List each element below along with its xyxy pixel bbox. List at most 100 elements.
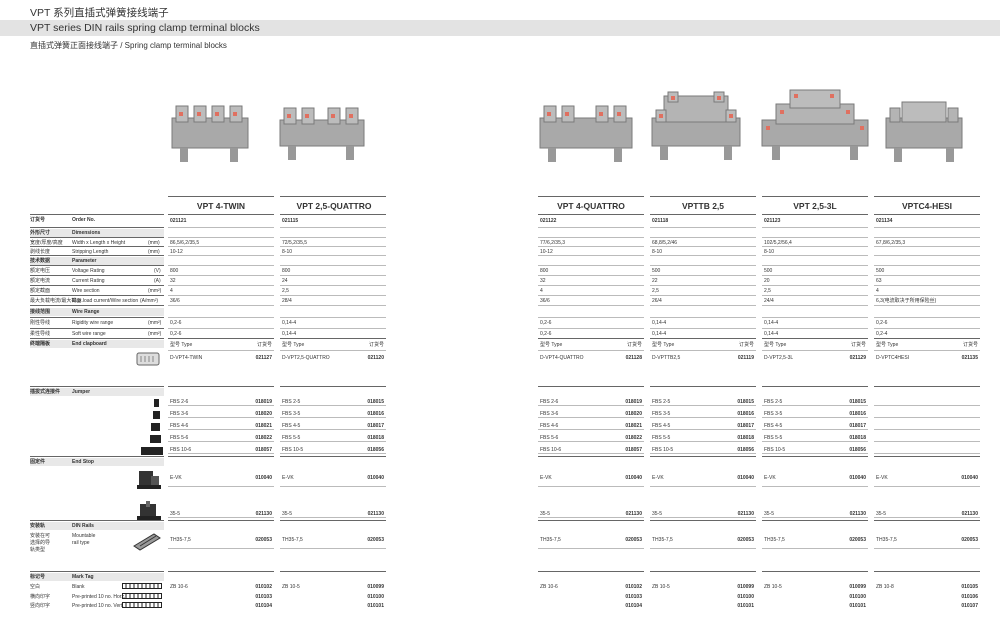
row-divider [168,237,274,238]
row-divider [762,255,868,256]
mark-tag-order-vert: 010104 [255,603,272,609]
wire-section-value: 2,5 [764,288,771,294]
top-title-bar: VPT 系列直插式弹簧接线端子 [0,0,1000,20]
row-divider [30,317,164,318]
row-divider [650,350,756,351]
order-header: 订货号 [626,342,642,348]
row-divider [538,453,644,454]
row-divider [538,405,644,406]
dimensions-value: 68,8/5,2/46 [652,240,678,246]
label-rail-cn: 安装轨 [30,523,46,529]
row-divider [650,295,756,296]
row-divider [280,417,386,418]
mark-tag-order-vert: 010101 [367,603,384,609]
mark-tag-order-blank: 010099 [849,584,866,590]
row-divider [280,214,386,215]
end-stop-order: 010040 [737,475,754,481]
voltage-value: 500 [876,268,885,274]
end-stop-screw-icon [137,501,161,520]
terminal-block-image-hesi [885,101,963,162]
label-jump-en: Jumper [72,389,91,395]
row-divider [538,227,644,228]
row-divider [874,265,980,266]
order-header: 订货号 [368,342,384,348]
section-mark-tag [30,573,164,581]
row-divider [168,285,274,286]
label-rail-en2: Mountable [72,533,96,539]
jumper-order: 018018 [737,435,754,441]
product-name: VPT 4-QUATTRO [557,201,625,211]
row-divider [168,246,274,247]
wire-section-value: 2,5 [652,288,659,294]
mark-tag-order-blank: 010102 [255,584,272,590]
row-divider [280,227,386,228]
row-divider [168,227,274,228]
row-divider [538,196,644,197]
row-divider [280,441,386,442]
jumper-order: 018021 [625,423,642,429]
row-divider [280,571,386,572]
row-divider [538,328,644,329]
row-divider [168,417,274,418]
section-end-stop [30,458,164,466]
mark-tag-order-horz: 010103 [625,594,642,600]
order-header: 订货号 [850,342,866,348]
row-divider [650,386,756,387]
label-rail-en3: rail type [72,540,90,546]
mark-tag-order-horz: 010100 [737,594,754,600]
rigid-wire-value: 0,14-4 [764,320,779,326]
cn-title: VPT 系列直插式弹簧接线端子 [30,7,169,19]
rigid-wire-value: 0,2-6 [876,320,888,326]
row-divider [30,214,164,215]
row-divider [30,295,164,296]
clapboard-order: 021135 [961,355,978,361]
row-divider [280,237,386,238]
label-soft-en: Soft wire range [72,331,106,337]
terminal-block-image-quattro25 [279,107,365,160]
end-stop-icon [137,471,161,489]
jumper-4-icon [151,423,160,431]
row-divider [762,548,868,549]
mark-tag-order-vert: 010104 [625,603,642,609]
order-header: 订货号 [738,342,754,348]
row-divider [168,317,274,318]
max-load-value: 24/4 [764,298,774,304]
row-divider [762,227,868,228]
jumper-order: 018057 [255,447,272,453]
row-divider [168,214,274,215]
voltage-value: 800 [170,268,179,274]
clapboard-order: 021119 [737,355,754,361]
end-stop-order: 010040 [255,475,272,481]
label-ver-cn: 竖向印字 [30,603,51,609]
row-divider [280,350,386,351]
label-stop-cn: 固定件 [30,459,46,465]
jumper-order: 018021 [255,423,272,429]
row-divider [650,417,756,418]
row-divider [650,453,756,454]
stripping-length-value: 8-10 [764,249,775,255]
row-divider [30,227,164,228]
order-number: 021122 [540,218,557,224]
row-divider [168,571,274,572]
row-divider [30,265,164,266]
row-divider [650,456,756,457]
mark-tag-order-vert: 010101 [737,603,754,609]
row-divider [280,295,386,296]
row-divider [650,486,756,487]
jumper-order: 018020 [255,411,272,417]
row-divider [874,227,980,228]
row-divider [650,196,756,197]
row-divider [538,571,644,572]
dimensions-value: 72/5,2/35,5 [282,240,308,246]
mark-tag-order-horz: 010100 [367,594,384,600]
jumper-order: 018056 [849,447,866,453]
row-divider [280,456,386,457]
row-divider [280,246,386,247]
row-divider [30,275,164,276]
dimensions-value: 102/5,2/56,4 [764,240,792,246]
voltage-value: 800 [540,268,549,274]
row-divider [280,275,386,276]
label-tag-cn: 标记号 [30,574,46,580]
row-divider [650,328,756,329]
row-divider [30,237,164,238]
